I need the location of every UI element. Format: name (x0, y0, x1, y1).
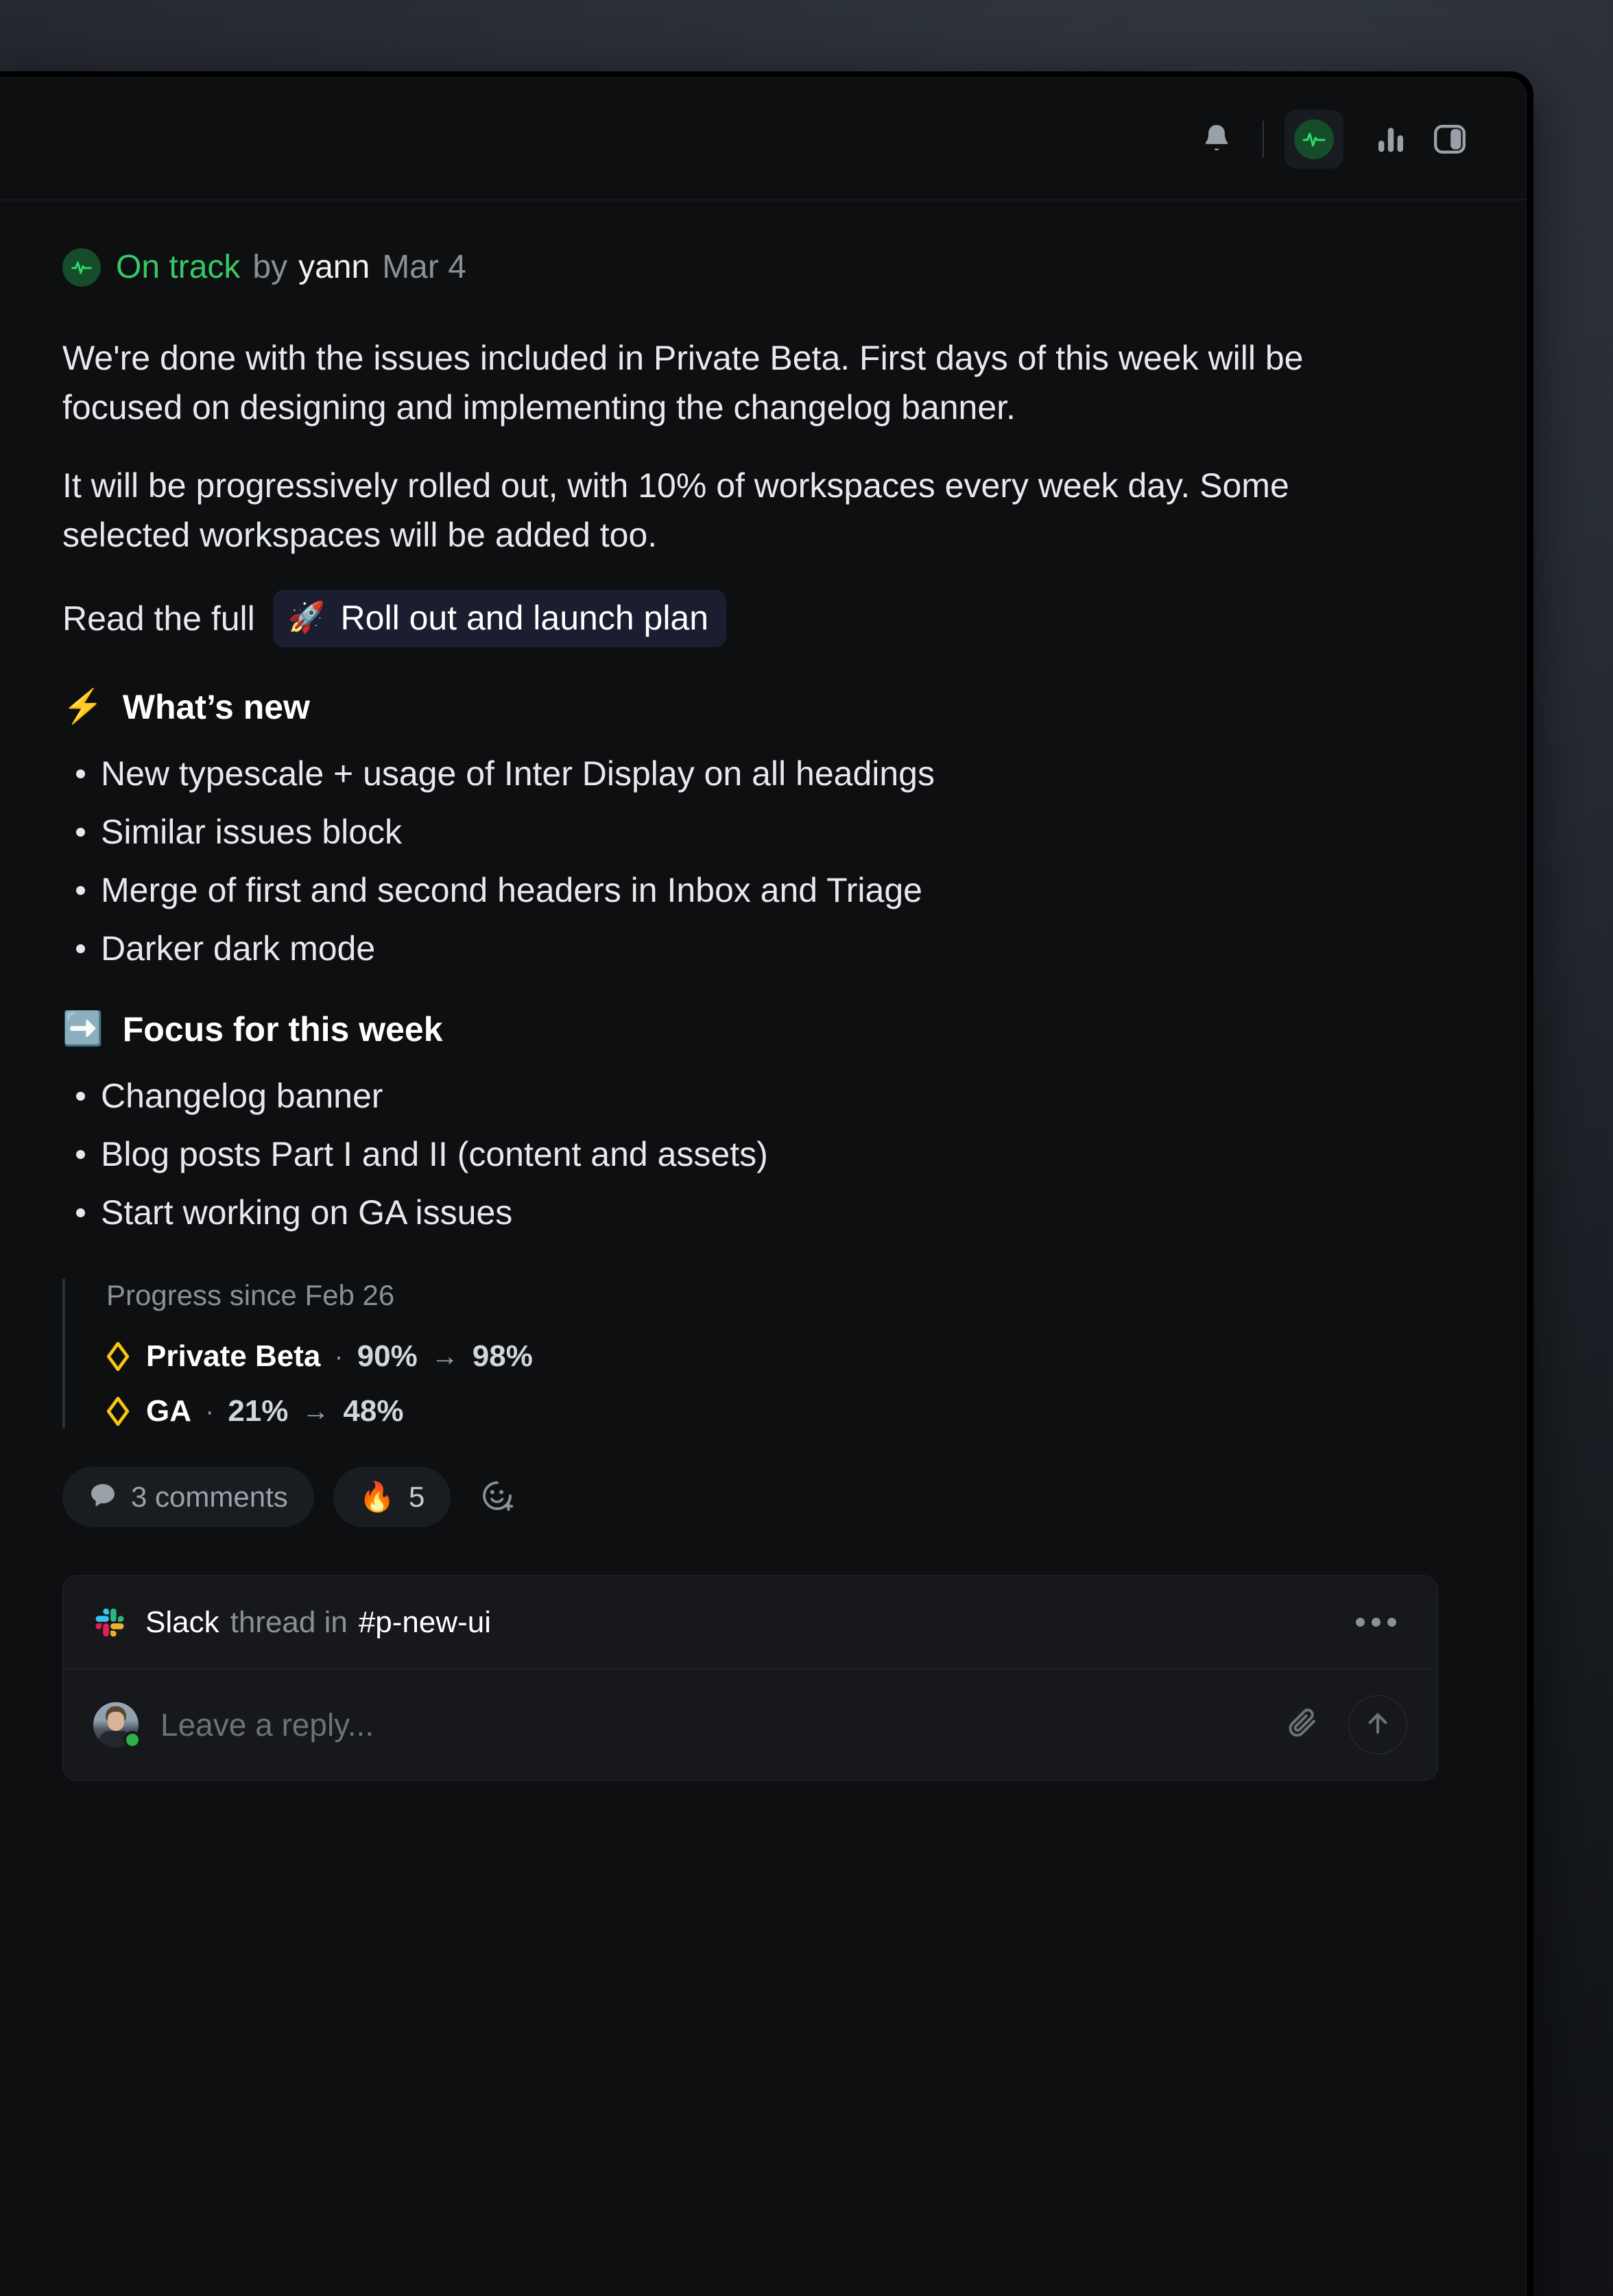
list-item: Darker dark mode (62, 925, 1438, 972)
project-health-button[interactable] (1285, 109, 1343, 169)
comments-label: 3 comments (131, 1481, 288, 1513)
app-window-frame: On track by yann Mar 4 We're done with t… (0, 71, 1533, 2296)
reaction-count: 5 (409, 1481, 425, 1513)
status-author[interactable]: yann (298, 251, 370, 284)
slack-thread-card: Slack thread in #p-new-ui Leave a reply.… (62, 1575, 1438, 1781)
status-label: On track (116, 249, 241, 285)
separator-dot: · (205, 1396, 215, 1426)
milestone-diamond-icon (106, 1341, 130, 1372)
slack-channel-name[interactable]: #p-new-ui (359, 1605, 491, 1640)
update-status-row: On track by yann Mar 4 (62, 248, 1438, 287)
section-title: What’s new (122, 688, 310, 726)
notifications-bell-button[interactable] (1187, 110, 1246, 169)
lightning-bolt-icon: ⚡ (62, 689, 104, 725)
insights-button[interactable] (1361, 110, 1420, 169)
paperclip-icon (1287, 1707, 1319, 1743)
notifications-bell-icon (1201, 122, 1232, 156)
progress-title: Progress since Feb 26 (106, 1279, 395, 1311)
section-heading-whats-new: ⚡ What’s new (62, 687, 1438, 727)
document-link-chip[interactable]: 🚀 Roll out and launch plan (272, 590, 727, 647)
progress-from: 90% (357, 1339, 418, 1373)
arrow-up-icon (1363, 1709, 1392, 1741)
slack-card-header: Slack thread in #p-new-ui (63, 1576, 1437, 1669)
progress-row[interactable]: GA · 21% → 48% (106, 1394, 1438, 1428)
ellipsis-dot-icon (1387, 1618, 1396, 1627)
slack-reply-row: Leave a reply... (63, 1669, 1437, 1780)
fire-emoji-icon: 🔥 (359, 1481, 396, 1513)
list-item: Blog posts Part I and II (content and as… (62, 1131, 1438, 1178)
list-item: Merge of first and second headers in Inb… (62, 867, 1438, 914)
progress-arrow-icon: → (302, 1396, 330, 1426)
on-track-status-icon (62, 248, 101, 287)
milestone-name: Private Beta (146, 1339, 321, 1373)
ellipsis-dot-icon (1356, 1618, 1365, 1627)
ellipsis-dot-icon (1372, 1618, 1381, 1627)
update-content: On track by yann Mar 4 We're done with t… (0, 200, 1526, 1781)
section-heading-focus: ➡️ Focus for this week (62, 1009, 1438, 1049)
attach-file-button[interactable] (1278, 1700, 1328, 1749)
list-item: Changelog banner (62, 1073, 1438, 1120)
progress-from: 21% (228, 1394, 289, 1428)
update-paragraph-2: It will be progressively rolled out, wit… (62, 466, 1289, 554)
reply-input[interactable]: Leave a reply... (160, 1706, 1278, 1743)
add-reaction-icon (479, 1478, 515, 1517)
status-by-label: by (252, 249, 288, 285)
app-header (0, 78, 1526, 200)
slack-thread-label: thread in (230, 1605, 348, 1639)
milestone-name: GA (146, 1394, 191, 1428)
rocket-icon: 🚀 (287, 601, 326, 634)
header-divider (1263, 120, 1264, 158)
progress-row[interactable]: Private Beta · 90% → 98% (106, 1339, 1438, 1374)
milestone-diamond-icon (106, 1396, 130, 1426)
separator-dot: · (334, 1341, 344, 1372)
side-panel-toggle-button[interactable] (1420, 110, 1479, 169)
document-link-label: Roll out and launch plan (340, 599, 709, 637)
focus-list: Changelog banner Blog posts Part I and I… (62, 1073, 1438, 1236)
read-full-row: Read the full 🚀 Roll out and launch plan (62, 590, 1438, 647)
progress-to: 48% (343, 1394, 404, 1428)
right-arrow-icon: ➡️ (62, 1011, 104, 1047)
status-date: Mar 4 (382, 249, 466, 285)
header-icon-group (1187, 109, 1479, 169)
list-item: Start working on GA issues (62, 1189, 1438, 1236)
comments-button[interactable]: 3 comments (62, 1467, 314, 1527)
slack-more-options-button[interactable] (1345, 1607, 1407, 1638)
update-paragraph-1: We're done with the issues included in P… (62, 339, 1304, 427)
emoji-reaction-button[interactable]: 🔥 5 (333, 1467, 451, 1527)
progress-to: 98% (472, 1339, 533, 1373)
reaction-bar: 3 comments 🔥 5 (62, 1467, 1438, 1527)
project-health-icon (1294, 119, 1334, 159)
add-reaction-button[interactable] (470, 1470, 525, 1524)
progress-block: Progress since Feb 26 Private Beta · 90%… (62, 1279, 1438, 1428)
whats-new-list: New typescale + usage of Inter Display o… (62, 750, 1438, 972)
bar-chart-icon (1376, 123, 1406, 155)
list-item: New typescale + usage of Inter Display o… (62, 750, 1438, 798)
app-window-inner: On track by yann Mar 4 We're done with t… (0, 77, 1527, 2296)
progress-arrow-icon: → (431, 1341, 459, 1372)
slack-logo-icon (93, 1605, 128, 1640)
reply-actions (1278, 1695, 1407, 1754)
avatar-face (108, 1712, 124, 1731)
online-status-dot (123, 1731, 141, 1749)
avatar (93, 1702, 141, 1749)
read-full-label: Read the full (62, 599, 255, 638)
send-reply-button[interactable] (1348, 1695, 1407, 1754)
comment-bubble-icon (88, 1481, 117, 1514)
side-panel-toggle-icon (1433, 124, 1466, 154)
list-item: Similar issues block (62, 809, 1438, 856)
section-title: Focus for this week (122, 1010, 443, 1049)
slack-app-name: Slack (145, 1605, 219, 1639)
